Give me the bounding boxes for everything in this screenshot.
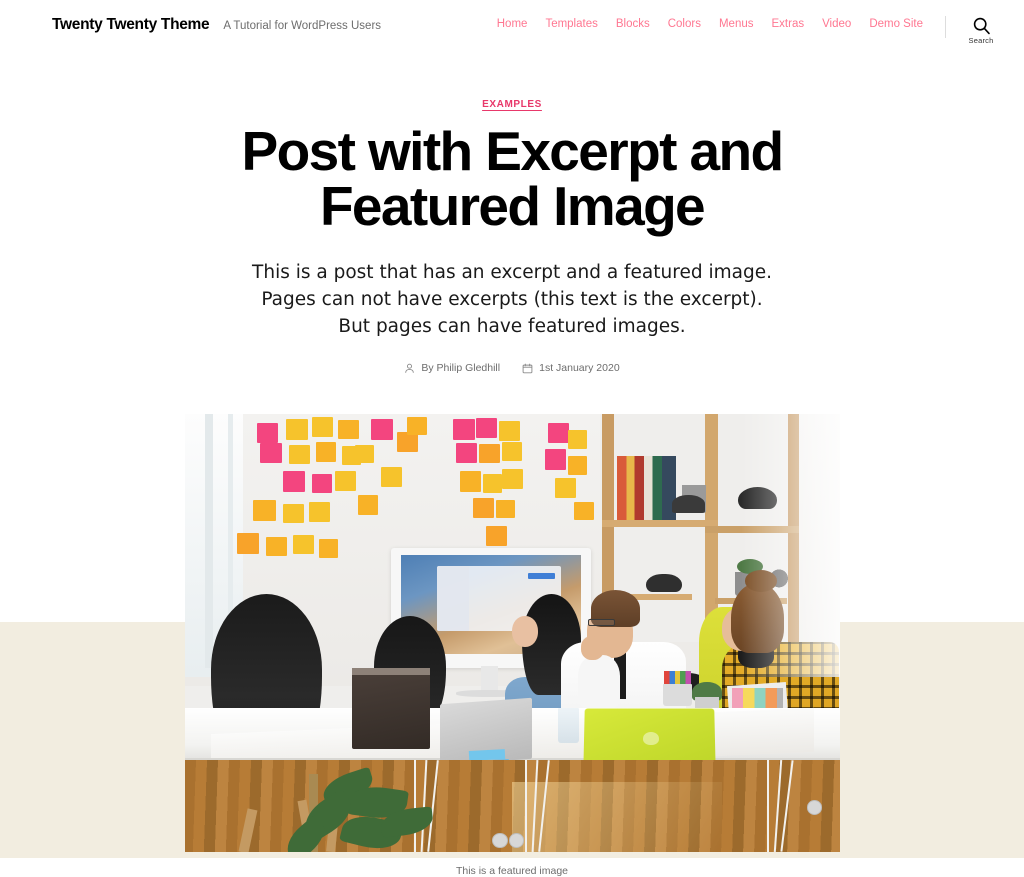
site-tagline: A Tutorial for WordPress Users — [223, 20, 382, 32]
featured-media-area: This is a featured image — [0, 414, 1024, 877]
post-author-name: By Philip Gledhill — [421, 362, 501, 375]
site-header: Twenty Twenty Theme A Tutorial for WordP… — [0, 0, 1024, 56]
nav-item-templates[interactable]: Templates — [545, 18, 597, 30]
post-category-line: EXAMPLES — [0, 94, 1024, 112]
post-date-text: 1st January 2020 — [539, 362, 620, 375]
site-branding[interactable]: Twenty Twenty Theme A Tutorial for WordP… — [52, 16, 381, 34]
post-date: 1st January 2020 — [522, 362, 620, 374]
featured-figure: This is a featured image — [184, 414, 840, 877]
post-excerpt: This is a post that has an excerpt and a… — [182, 260, 842, 340]
featured-image — [184, 414, 840, 853]
nav-item-home[interactable]: Home — [497, 18, 528, 30]
header-divider — [945, 16, 946, 38]
search-icon — [972, 16, 991, 35]
primary-navigation: Home Templates Blocks Colors Menus Extra… — [497, 16, 923, 30]
nav-item-blocks[interactable]: Blocks — [616, 18, 650, 30]
page-title: Post with Excerpt and Featured Image — [241, 120, 785, 237]
post-category-link[interactable]: EXAMPLES — [482, 99, 542, 110]
nav-item-demo-site[interactable]: Demo Site — [869, 18, 923, 30]
excerpt-line-2: Pages can not have excerpts (this text i… — [261, 288, 763, 310]
nav-item-colors[interactable]: Colors — [668, 18, 701, 30]
nav-item-video[interactable]: Video — [822, 18, 851, 30]
user-icon — [404, 363, 415, 374]
excerpt-line-1: This is a post that has an excerpt and a… — [252, 262, 772, 283]
calendar-icon — [522, 363, 533, 374]
nav-item-extras[interactable]: Extras — [772, 18, 805, 30]
entry-header: EXAMPLES Post with Excerpt and Featured … — [0, 56, 1024, 374]
search-toggle-button[interactable]: Search — [964, 16, 998, 45]
nav-item-menus[interactable]: Menus — [719, 18, 754, 30]
post-author[interactable]: By Philip Gledhill — [404, 362, 500, 374]
excerpt-line-3: But pages can have featured images. — [338, 315, 686, 337]
header-navigation-area: Home Templates Blocks Colors Menus Extra… — [497, 16, 998, 45]
featured-image-caption: This is a featured image — [455, 865, 569, 877]
site-title[interactable]: Twenty Twenty Theme — [52, 16, 210, 34]
post-meta: By Philip Gledhill 1st January 2020 — [0, 362, 1024, 374]
search-toggle-label: Search — [968, 36, 994, 45]
